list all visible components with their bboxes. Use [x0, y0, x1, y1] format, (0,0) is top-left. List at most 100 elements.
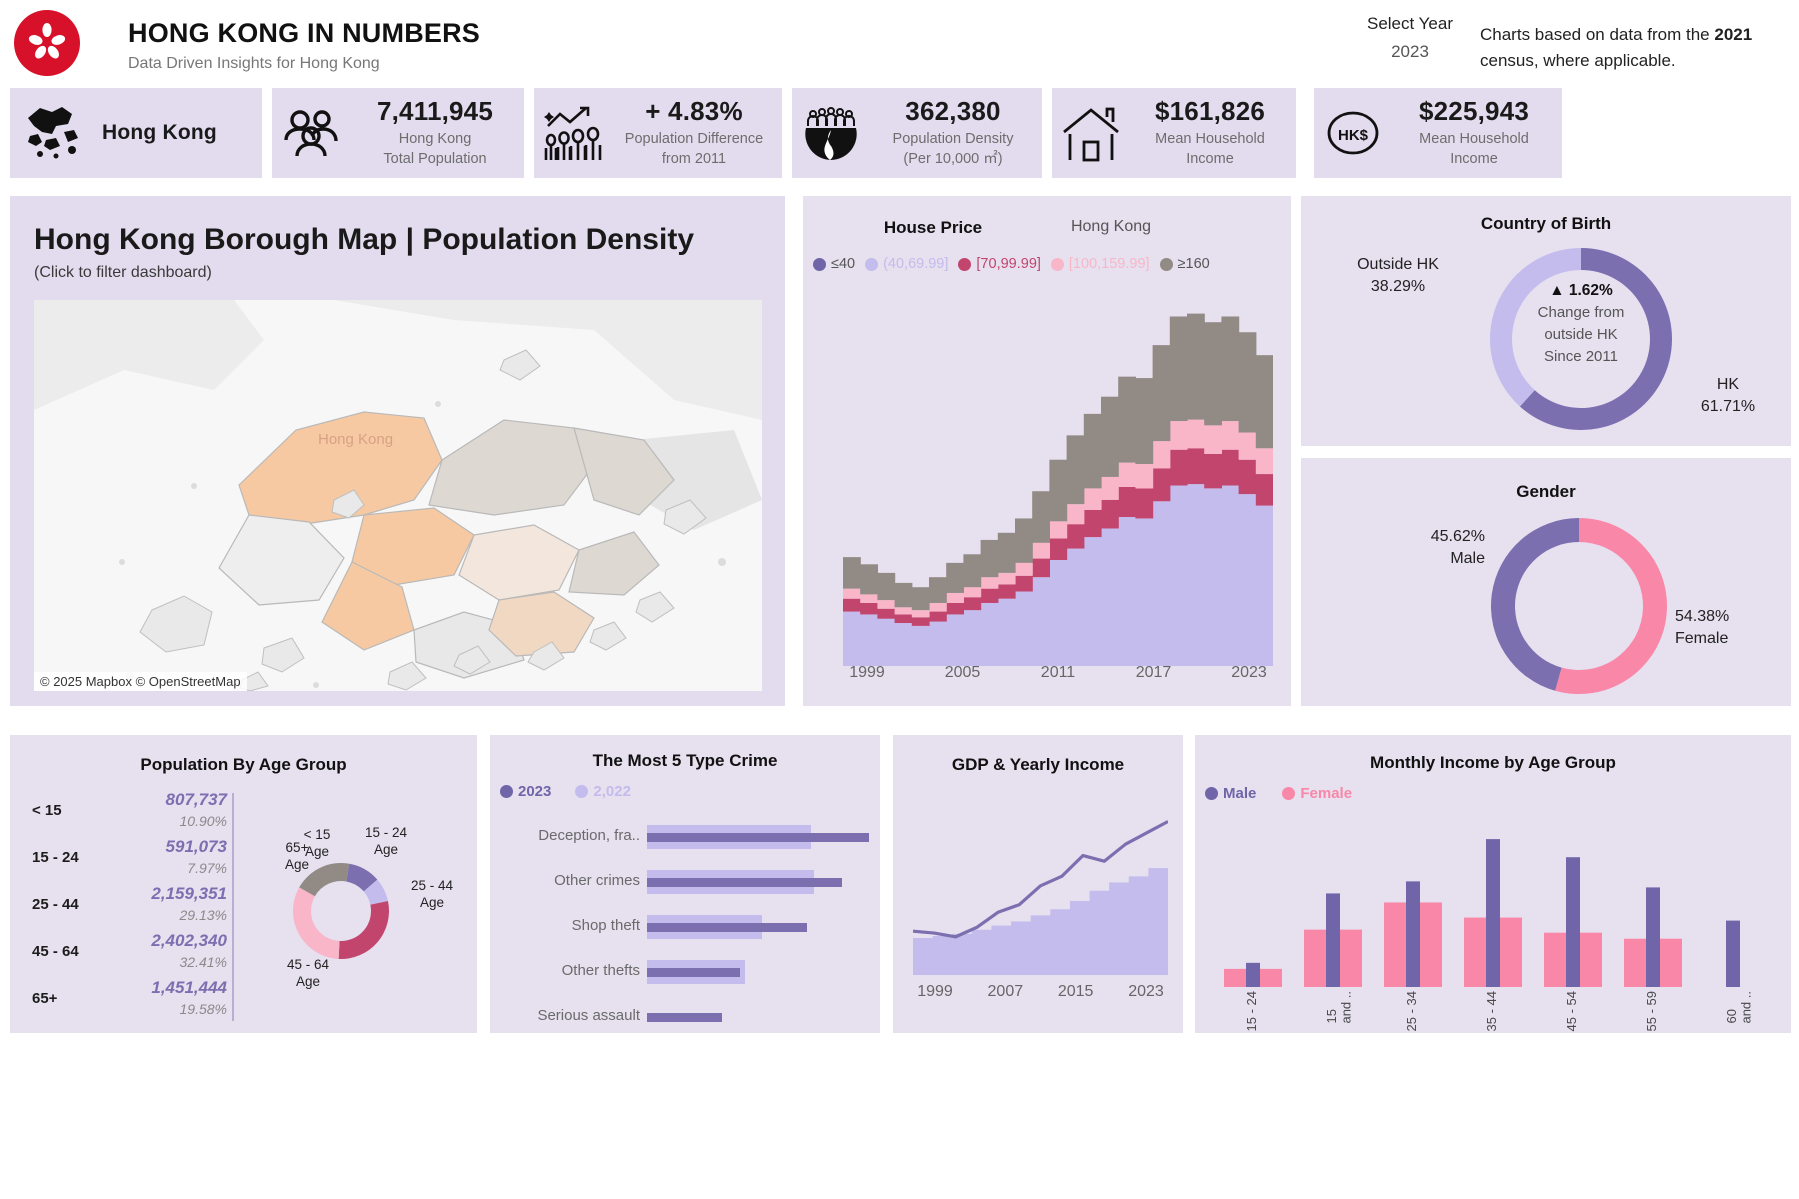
hong-kong-map-icon	[10, 104, 96, 162]
house-price-legend[interactable]: ≤40 (40,69.99] [70,99.99] [100,159.99] ≥160	[813, 256, 1283, 272]
borough-map-panel[interactable]: Hong Kong Borough Map | Population Densi…	[10, 196, 785, 706]
house-legend-label-2: [70,99.99]	[976, 256, 1041, 272]
kpi-card-0: Hong Kong	[10, 88, 262, 178]
crime-bar-2023-3[interactable]	[647, 968, 741, 977]
income-xtick-5: 55 - 59	[1644, 991, 1659, 1032]
house-legend-item-4[interactable]: ≥160	[1159, 256, 1210, 272]
kpi-text-0: Hong Kong	[96, 121, 262, 145]
income-legend-item-1[interactable]: Female	[1282, 785, 1352, 802]
map-attribution: © 2025 Mapbox © OpenStreetMap	[34, 672, 247, 691]
cob-change-value: ▲ 1.62%	[1549, 282, 1613, 299]
crime-bar-2023-1[interactable]	[647, 878, 843, 887]
map-canvas[interactable]: Hong Kong © 2025 Mapbox © OpenStreetMap	[34, 300, 762, 691]
age-group-table: < 15 807,737 10.90% 15 - 24 591,073 7.97% 25 -…	[32, 790, 237, 1025]
age-row-pct-2: 29.13%	[179, 907, 227, 923]
age-group-donut[interactable]	[293, 863, 389, 959]
kpi-row: Hong Kong 7,411,945 Hong Kong Total Popula…	[0, 88, 1799, 178]
people-group-icon	[272, 106, 352, 160]
kpi-text-4: $161,826 Mean Household Income	[1130, 96, 1296, 169]
house-legend-item-3[interactable]: [100,159.99]	[1050, 256, 1150, 272]
cob-hk-label: HK 61.71%	[1700, 376, 1756, 415]
legend-dot-icon	[1159, 257, 1173, 271]
crime-row-1: Other crimes	[490, 860, 880, 905]
crime-rows: Deception, fra.. Other crimes Shop theft Ot…	[490, 815, 880, 1040]
donut-slice-2[interactable]	[338, 900, 389, 959]
crime-legend[interactable]: 2023 2,022	[500, 783, 631, 800]
crime-legend-item-0[interactable]: 2023	[500, 783, 551, 800]
hong-kong-bauhinia-icon	[14, 10, 80, 76]
crime-title: The Most 5 Type Crime	[592, 751, 778, 770]
house-legend-item-2[interactable]: [70,99.99]	[958, 256, 1041, 272]
income-legend-item-0[interactable]: Male	[1205, 785, 1256, 802]
income-bar-female-3	[1464, 917, 1488, 987]
crime-bar-2023-2[interactable]	[647, 923, 807, 932]
income-bar-male-6	[1726, 920, 1740, 987]
income-bar-female-4	[1544, 932, 1568, 987]
crime-bar-wrap-2	[647, 912, 869, 942]
crime-row-4: Serious assault	[490, 995, 880, 1040]
income-bar-female-2	[1384, 902, 1408, 987]
donut-slice-3[interactable]	[293, 887, 340, 959]
map-svg[interactable]	[34, 300, 762, 691]
legend-dot-icon	[813, 257, 826, 271]
legend-dot-icon	[1205, 787, 1218, 800]
crime-bar-wrap-1	[647, 867, 869, 897]
kpi-card-4: $161,826 Mean Household Income	[1052, 88, 1296, 178]
gdp-xtick-3: 2023	[1128, 983, 1164, 1000]
crime-bar-2023-0[interactable]	[647, 833, 869, 842]
crime-legend-item-1[interactable]: 2,022	[575, 783, 631, 800]
age-row-value-3: 2,402,340	[151, 931, 227, 950]
house-legend-item-0[interactable]: ≤40	[813, 256, 855, 272]
kpi-text-2: + 4.83% Population Difference from 2011	[612, 96, 782, 169]
gender-male-label: 45.62% Male	[1430, 528, 1485, 568]
crime-bar-2023-4[interactable]	[647, 1013, 723, 1022]
crime-legend-label-0: 2023	[518, 783, 552, 800]
age-row-label-1: 15 - 24	[32, 849, 79, 866]
gdp-x-axis: 1999 2007 2015 2023	[913, 983, 1168, 1009]
income-xtick-1: 15 and ..	[1324, 991, 1354, 1024]
legend-dot-icon	[958, 257, 972, 271]
legend-dot-icon	[500, 785, 513, 798]
age-row-label-3: 45 - 64	[32, 943, 79, 960]
kpi-caption-2: Population Difference from 2011	[624, 131, 764, 167]
income-legend-label-0: Male	[1223, 785, 1257, 802]
kpi-card-2: + 4.83% Population Difference from 2011	[534, 88, 782, 178]
age-row-label-2: 25 - 44	[32, 896, 79, 913]
income-bar-female-1	[1304, 929, 1328, 987]
kpi-value-5: $225,943	[1418, 96, 1530, 127]
crime-bar-wrap-0	[647, 822, 869, 852]
donut-slice-1[interactable]	[1491, 518, 1579, 691]
kpi-text-3: 362,380 Population Density (Per 10,000 ㎡)	[870, 96, 1042, 169]
income-xtick-0: 15 - 24	[1244, 991, 1259, 1032]
legend-dot-icon	[1050, 257, 1064, 271]
crime-row-label-1: Other crimes	[554, 872, 640, 889]
kpi-card-1: 7,411,945 Hong Kong Total Population	[272, 88, 524, 178]
gender-donut[interactable]	[1491, 518, 1667, 694]
income-bar-male-4	[1566, 857, 1580, 987]
monthly-income-legend[interactable]: Male Female	[1205, 785, 1352, 802]
age-row-pct-0: 10.90%	[179, 813, 227, 829]
age-row-pct-4: 19.58%	[179, 1001, 227, 1017]
income-xtick-6: 60 and ..	[1724, 991, 1754, 1024]
age-row-3: 45 - 64 2,402,340 32.41%	[32, 931, 237, 978]
page-title: HONG KONG IN NUMBERS	[128, 18, 481, 48]
kpi-caption-3: Population Density (Per 10,000 ㎡)	[892, 131, 1014, 167]
income-bar-male-3	[1486, 839, 1500, 987]
house-price-subtitle: Hong Kong	[1070, 218, 1152, 235]
house-price-panel: House Price Hong Kong ≤40 (40,69.99] [70,9…	[803, 196, 1291, 706]
house-legend-label-3: [100,159.99]	[1068, 256, 1150, 272]
svg-text:HK$: HK$	[1338, 127, 1369, 144]
title-block: HONG KONG IN NUMBERS Data Driven Insight…	[128, 18, 480, 73]
crowd-density-icon	[792, 104, 870, 162]
donut-slice-0[interactable]	[1555, 518, 1667, 694]
monthly-income-title: Monthly Income by Age Group	[1370, 753, 1616, 772]
hkd-currency-icon: HK$	[1314, 104, 1392, 162]
age-donut-label-3: 45 - 64 Age	[286, 957, 330, 989]
income-bar-male-2	[1406, 881, 1420, 987]
kpi-card-5: HK$ $225,943 Mean Household Income	[1314, 88, 1562, 178]
house-legend-item-1[interactable]: (40,69.99]	[865, 256, 948, 272]
gdp-xtick-0: 1999	[917, 983, 953, 1000]
house-xtick-3: 2017	[1135, 664, 1172, 681]
census-note-year: 2021	[1714, 25, 1753, 44]
kpi-text-1: 7,411,945 Hong Kong Total Population	[352, 96, 524, 169]
